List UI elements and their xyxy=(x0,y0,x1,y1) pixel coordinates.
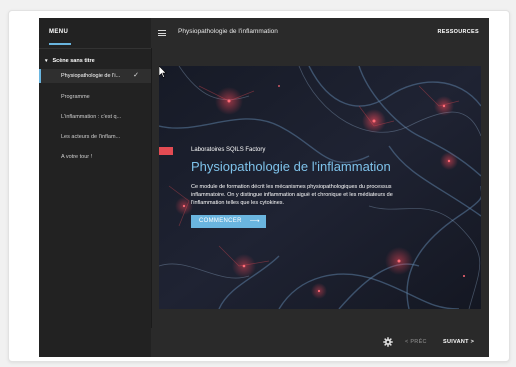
hamburger-menu-icon[interactable] xyxy=(158,30,166,36)
sidebar-item-a-votre-tour[interactable]: A votre tour ! xyxy=(39,150,151,164)
top-bar: Physiopathologie de l'inflammation RESSO… xyxy=(151,18,489,48)
start-button[interactable]: COMMENCER ⟶ xyxy=(191,215,266,228)
menu-title: MENU xyxy=(49,29,69,35)
slide-content: Laboratoires SQILS Factory Physiopatholo… xyxy=(159,66,481,309)
caret-down-icon: ▾ xyxy=(45,58,48,64)
slide-title: Physiopathologie de l'inflammation xyxy=(191,159,391,174)
start-button-label: COMMENCER xyxy=(199,218,242,224)
active-indicator xyxy=(39,69,41,83)
sidebar-item-label: A votre tour ! xyxy=(61,154,93,160)
sidebar-item-acteurs[interactable]: Les acteurs de l'inflam... xyxy=(39,130,151,144)
footer-bar: < PRÉC SUIVANT > xyxy=(151,328,489,357)
sidebar-item-physiopathologie[interactable]: Physiopathologie de l'i... ✓ xyxy=(39,69,151,83)
company-name: Laboratoires SQILS Factory xyxy=(191,147,266,153)
sidebar-item-programme[interactable]: Programme xyxy=(39,90,151,104)
menu-divider xyxy=(39,48,151,49)
course-player: MENU ▾ Scène sans titre Physiopathologie … xyxy=(39,18,489,357)
next-button[interactable]: SUIVANT > xyxy=(443,339,474,345)
scene-label: Scène sans titre xyxy=(52,58,95,64)
sidebar-item-label: L'inflammation : c'est q... xyxy=(61,114,122,120)
red-accent-tag xyxy=(159,147,173,155)
sidebar-item-label: Les acteurs de l'inflam... xyxy=(61,134,121,140)
prev-button[interactable]: < PRÉC xyxy=(405,339,427,345)
resources-button[interactable]: RESSOURCES xyxy=(437,29,479,35)
check-icon: ✓ xyxy=(133,72,139,79)
mouse-cursor-icon xyxy=(159,66,167,78)
sidebar-item-inflammation[interactable]: L'inflammation : c'est q... xyxy=(39,110,151,124)
sidebar-item-label: Programme xyxy=(61,94,90,100)
scene-title[interactable]: ▾ Scène sans titre xyxy=(45,58,95,64)
slide-description: Ce module de formation décrit les mécani… xyxy=(191,184,393,206)
sidebar-item-label: Physiopathologie de l'i... xyxy=(61,73,121,79)
sidebar: MENU ▾ Scène sans titre Physiopathologie … xyxy=(39,18,152,357)
menu-underline xyxy=(49,43,71,45)
gear-icon[interactable] xyxy=(383,337,393,347)
course-title: Physiopathologie de l'inflammation xyxy=(178,28,278,35)
arrow-right-icon: ⟶ xyxy=(249,218,260,225)
